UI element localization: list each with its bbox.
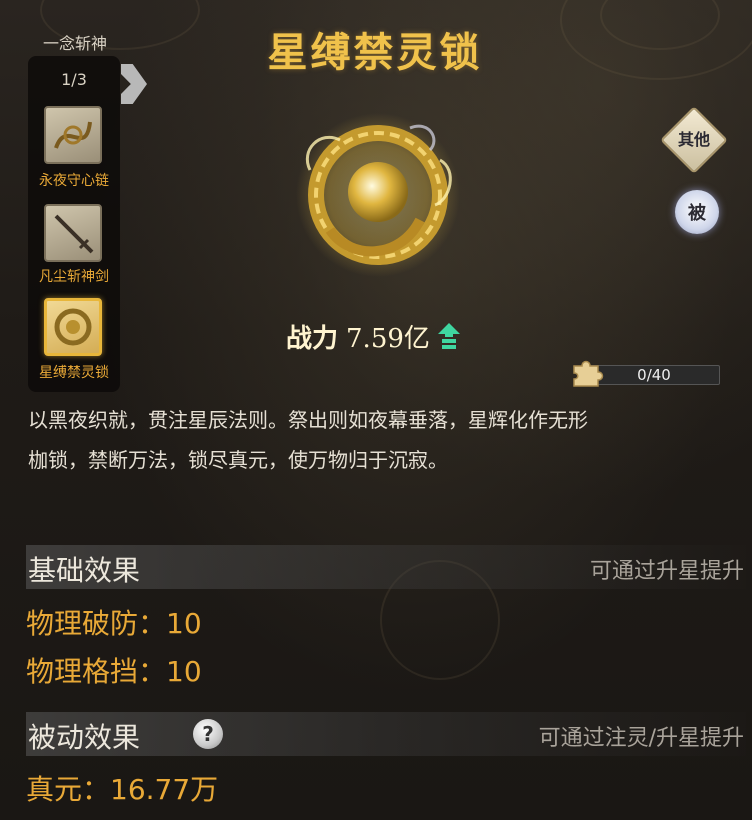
stat-physical-penetration: 物理破防：10: [26, 607, 202, 640]
passive-effects-hint: 可通过注灵/升星提升: [538, 726, 744, 751]
page-indicator: 1/3: [61, 70, 87, 89]
description-line: 枷锁，禁断万法，锁尽真元，使万物归于沉寂。: [28, 448, 448, 472]
collection-title: 一念斩神: [42, 34, 107, 53]
item-title: 星缚禁灵锁: [267, 29, 483, 76]
basic-effects-header: 基础效果 可通过升星提升: [26, 545, 746, 589]
fragment-progress-bar: 0/40: [588, 365, 720, 385]
item-label-chain: 永夜守心链: [39, 173, 109, 189]
puzzle-piece-icon: [573, 360, 604, 387]
upgrade-arrow-icon[interactable]: [437, 323, 460, 349]
combat-power: 战力 7.59亿: [286, 318, 460, 354]
other-button-label: 其他: [677, 130, 710, 149]
basic-effects-title: 基础效果: [28, 554, 141, 587]
fragment-count: 0/40: [637, 366, 671, 384]
stat-true-essence: 真元：16.77万: [26, 773, 219, 806]
power-value: 7.59亿: [346, 323, 430, 354]
dragon-lock-icon: [54, 308, 92, 346]
sword-icon: [54, 214, 94, 254]
fragment-progress: 0/40: [570, 356, 722, 390]
chain-icon: [54, 121, 92, 149]
item-description: 以黑夜织就，贯注星辰法则。祭出则如夜幕垂落，星辉化作无形 枷锁，禁断万法，锁尽真…: [28, 400, 718, 480]
item-slot-chain[interactable]: [44, 106, 102, 164]
help-icon[interactable]: ?: [193, 719, 223, 749]
item-label-dragon-lock: 星缚禁灵锁: [39, 365, 109, 381]
description-line: 以黑夜织就，贯注星辰法则。祭出则如夜幕垂落，星辉化作无形: [28, 408, 588, 432]
passive-effects-header: 被动效果 ? 可通过注灵/升星提升: [26, 712, 746, 756]
artifact-dragon-lock-image: [296, 113, 460, 277]
passive-button-label: 被: [688, 203, 706, 224]
stat-physical-block: 物理格挡：10: [26, 655, 202, 688]
item-label-sword: 凡尘斩神剑: [39, 269, 109, 285]
basic-effects-hint: 可通过升星提升: [589, 559, 744, 584]
power-label: 战力: [286, 323, 339, 354]
passive-effects-title: 被动效果: [28, 721, 141, 754]
item-slot-dragon-lock[interactable]: [44, 298, 102, 356]
item-slot-sword[interactable]: [44, 204, 102, 262]
passive-button[interactable]: 被: [675, 190, 719, 234]
